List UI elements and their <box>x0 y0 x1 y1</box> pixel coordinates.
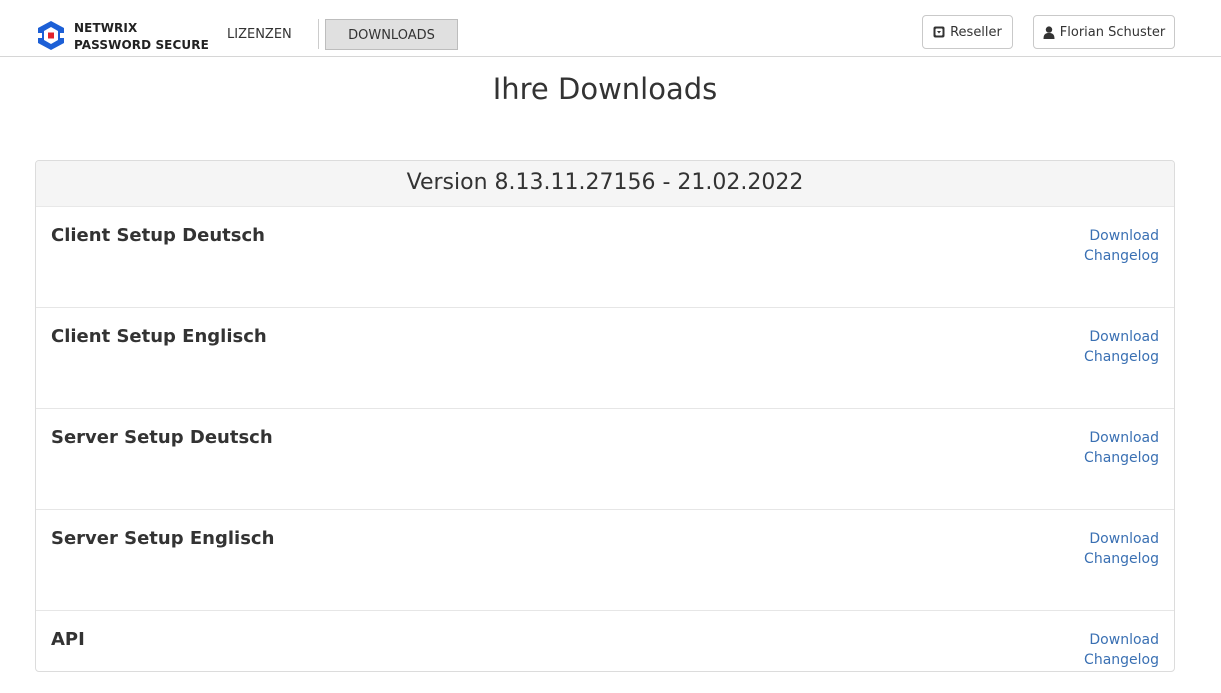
reseller-label: Reseller <box>950 24 1002 40</box>
brand-line-1: NETWRIX <box>74 21 138 35</box>
download-row: Server Setup Englisch Download Changelog <box>36 510 1174 611</box>
version-heading: Version 8.13.11.27156 - 21.02.2022 <box>36 161 1174 207</box>
user-name: Florian Schuster <box>1059 24 1166 40</box>
download-links: Download Changelog <box>1084 327 1159 367</box>
download-title: Client Setup Deutsch <box>51 225 265 246</box>
user-menu-button[interactable]: Florian Schuster <box>1033 15 1175 49</box>
changelog-link[interactable]: Changelog <box>1084 347 1159 367</box>
download-title: Server Setup Englisch <box>51 528 275 549</box>
top-navbar: NETWRIX PASSWORD SECURE LIZENZEN DOWNLOA… <box>0 0 1221 57</box>
download-links: Download Changelog <box>1084 529 1159 569</box>
changelog-link[interactable]: Changelog <box>1084 549 1159 569</box>
download-link[interactable]: Download <box>1084 226 1159 246</box>
download-link[interactable]: Download <box>1084 327 1159 347</box>
nav-divider <box>318 19 319 49</box>
download-title: Client Setup Englisch <box>51 326 267 347</box>
download-link[interactable]: Download <box>1084 428 1159 448</box>
download-title: Server Setup Deutsch <box>51 427 273 448</box>
download-links: Download Changelog <box>1084 630 1159 670</box>
download-title: API <box>51 629 85 650</box>
changelog-link[interactable]: Changelog <box>1084 650 1159 670</box>
reseller-icon <box>933 26 945 38</box>
netwrix-logo-icon[interactable] <box>37 20 65 51</box>
download-row: Server Setup Deutsch Download Changelog <box>36 409 1174 510</box>
download-link[interactable]: Download <box>1084 529 1159 549</box>
changelog-link[interactable]: Changelog <box>1084 246 1159 266</box>
download-link[interactable]: Download <box>1084 630 1159 650</box>
nav-lizenzen[interactable]: LIZENZEN <box>227 19 292 50</box>
download-row: Client Setup Englisch Download Changelog <box>36 308 1174 409</box>
user-icon <box>1043 25 1055 39</box>
nav-downloads[interactable]: DOWNLOADS <box>325 19 458 50</box>
download-row: Client Setup Deutsch Download Changelog <box>36 207 1174 308</box>
page-title: Ihre Downloads <box>492 72 718 106</box>
download-links: Download Changelog <box>1084 428 1159 468</box>
download-row: API Download Changelog <box>36 611 1174 671</box>
brand-line-2: PASSWORD SECURE <box>74 38 209 52</box>
downloads-panel: Version 8.13.11.27156 - 21.02.2022 Clien… <box>35 160 1175 672</box>
reseller-button[interactable]: Reseller <box>922 15 1013 49</box>
brand-name[interactable]: NETWRIX PASSWORD SECURE <box>74 20 209 54</box>
download-links: Download Changelog <box>1084 226 1159 266</box>
changelog-link[interactable]: Changelog <box>1084 448 1159 468</box>
